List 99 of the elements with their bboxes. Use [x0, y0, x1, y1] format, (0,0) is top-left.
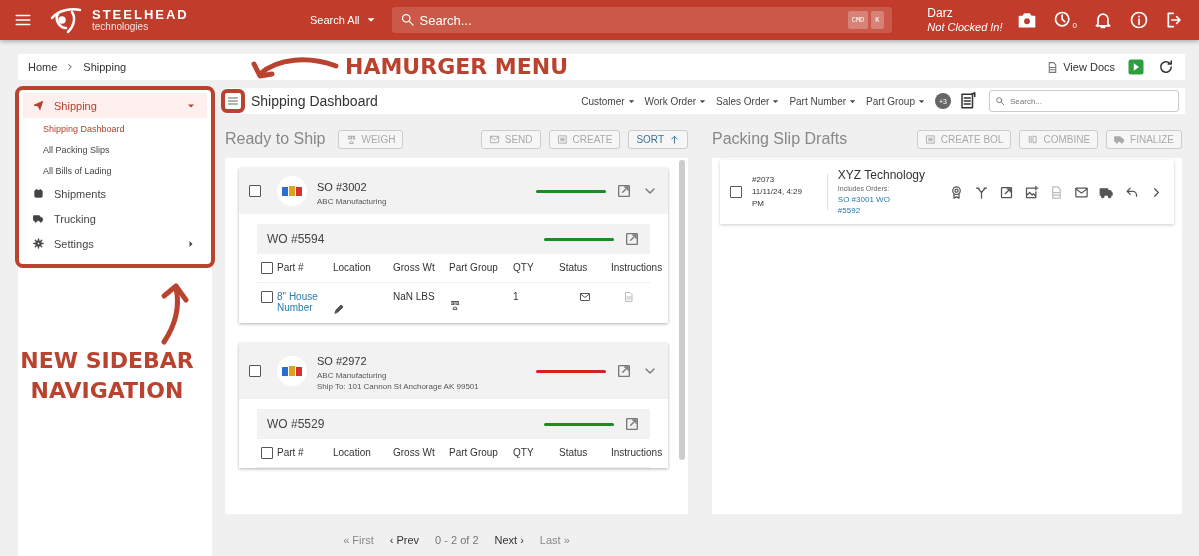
sort-button[interactable]: SORT — [628, 129, 688, 149]
scrollbar[interactable] — [679, 160, 685, 460]
checkbox[interactable] — [730, 186, 742, 198]
sidebar-item[interactable]: Shipments — [23, 181, 207, 206]
column-header: QTY — [513, 262, 534, 273]
paper-plane-icon — [33, 100, 44, 111]
work-order-number[interactable]: WO #5594 — [267, 232, 325, 246]
user-name: Darz — [927, 6, 953, 20]
envelope-icon[interactable] — [579, 291, 591, 303]
sidebar-item[interactable]: Shipping — [23, 93, 207, 118]
external-link-icon[interactable] — [624, 416, 640, 432]
column-header: QTY — [513, 447, 534, 458]
sidebar-item[interactable]: Settings — [23, 231, 207, 256]
column-header: Gross Wt — [393, 447, 435, 458]
breadcrumb-link[interactable]: Home — [28, 61, 58, 73]
list-icon — [556, 133, 568, 145]
truck-icon — [1114, 133, 1126, 145]
search-scope-dropdown[interactable]: Search All — [310, 13, 378, 27]
clock-icon[interactable] — [1052, 10, 1073, 30]
orders-link[interactable]: SO #3001 WO #5592 — [837, 194, 908, 216]
sidebar-item[interactable]: Trucking — [23, 206, 207, 231]
filter-dropdown[interactable]: Work Order — [644, 95, 709, 107]
customer-name: ABC Manufacturing — [317, 371, 388, 380]
timer-count: 0 — [1072, 21, 1077, 30]
column-header: Part Group — [449, 447, 498, 458]
column-header: Status — [559, 447, 588, 458]
filter-dropdown[interactable]: Part Group — [866, 95, 927, 107]
breadcrumb-link[interactable]: Shipping — [83, 61, 127, 73]
external-link-icon[interactable] — [624, 231, 640, 247]
draft-date: 11/11/24, 4:29 PM — [752, 187, 802, 208]
column-header: Part Group — [449, 262, 498, 273]
search-field[interactable]: Search... — [989, 90, 1179, 112]
part-number-link[interactable]: 8" House Number — [277, 291, 333, 313]
column-header: Part # — [277, 447, 304, 458]
play-icon[interactable] — [1127, 58, 1145, 76]
ribbon-icon[interactable] — [949, 184, 964, 200]
pencil-icon[interactable] — [333, 303, 345, 315]
info-icon[interactable] — [1129, 10, 1149, 30]
brand-name: STEELHEAD — [92, 8, 189, 21]
menu-icon — [227, 95, 239, 107]
bell-icon[interactable] — [1093, 10, 1113, 30]
sales-order-number[interactable]: SO #2972 — [317, 355, 367, 367]
filter-dropdown[interactable]: Customer — [581, 95, 637, 107]
search-icon — [995, 96, 1005, 106]
truck-icon — [33, 213, 44, 224]
checkbox[interactable] — [261, 447, 273, 459]
annotation-label: NEW SIDEBAR NAVIGATION — [19, 347, 195, 405]
checkbox[interactable] — [261, 291, 273, 303]
checkbox[interactable] — [261, 262, 273, 274]
columns-icon — [1027, 133, 1039, 145]
refresh-icon[interactable] — [1157, 58, 1175, 76]
column-header: Location — [333, 447, 371, 458]
section-title: Packing Slip Drafts — [712, 130, 848, 148]
clock-status: Not Clocked In! — [927, 20, 1003, 34]
pagination-link[interactable]: Next › — [494, 534, 524, 546]
filter-dropdown[interactable]: Part Number — [789, 95, 859, 107]
sheet-icon[interactable] — [959, 92, 977, 110]
column-header: Status — [559, 262, 588, 273]
hamburger-menu-button[interactable] — [221, 89, 245, 113]
work-order-number[interactable]: WO #5529 — [267, 417, 325, 431]
checkbox[interactable] — [249, 185, 261, 197]
camera-icon[interactable] — [1016, 10, 1037, 30]
external-link-icon[interactable] — [616, 183, 632, 199]
list-icon — [924, 133, 936, 145]
add-image-icon[interactable] — [1024, 184, 1039, 200]
external-link-icon[interactable] — [616, 363, 632, 379]
external-link-icon[interactable] — [999, 184, 1014, 200]
gear-icon — [33, 238, 44, 249]
arrow-up-icon — [669, 133, 680, 145]
column-header: Instructions — [611, 447, 663, 458]
customer-name: XYZ Technology — [837, 168, 925, 182]
undo-icon[interactable] — [1124, 184, 1139, 200]
fish-logo-icon — [48, 6, 84, 34]
envelope-icon[interactable] — [1074, 184, 1089, 200]
column-header: Instructions — [611, 262, 663, 273]
sidebar-subitem[interactable]: Shipping Dashboard — [23, 118, 207, 139]
sidebar-subitem[interactable]: All Bills of Lading — [23, 160, 207, 181]
column-header: Part # — [277, 262, 304, 273]
brand-tagline: technologies — [92, 21, 150, 32]
search-icon — [399, 12, 415, 27]
page-range: 0 - 2 of 2 — [435, 534, 479, 546]
view-docs-link[interactable]: View Docs — [1046, 60, 1115, 74]
customer-name: ABC Manufacturing — [317, 196, 387, 206]
sidebar-subitem[interactable]: All Packing Slips — [23, 139, 207, 160]
draft-number: #2073 — [752, 174, 776, 186]
sales-order-number[interactable]: SO #3002 — [317, 180, 367, 193]
envelope-icon — [488, 133, 500, 145]
ship-to-address: Ship To: 101 Cannon St Anchorage AK 99501 — [317, 382, 479, 391]
fork-icon[interactable] — [974, 184, 989, 200]
column-header: Location — [333, 262, 371, 273]
table-cell: NaN LBS — [393, 291, 435, 302]
column-header: Gross Wt — [393, 262, 435, 273]
pagination-link[interactable]: ‹ Prev — [389, 534, 420, 546]
section-title: Ready to Ship — [225, 130, 326, 148]
checkbox[interactable] — [249, 365, 261, 377]
table-cell: 1 — [513, 291, 519, 302]
annotation-label: HAMURGER MENU — [345, 54, 569, 79]
filter-dropdown[interactable]: Sales Order — [716, 95, 782, 107]
dashboard-title: Shipping Dashboard — [251, 93, 378, 109]
